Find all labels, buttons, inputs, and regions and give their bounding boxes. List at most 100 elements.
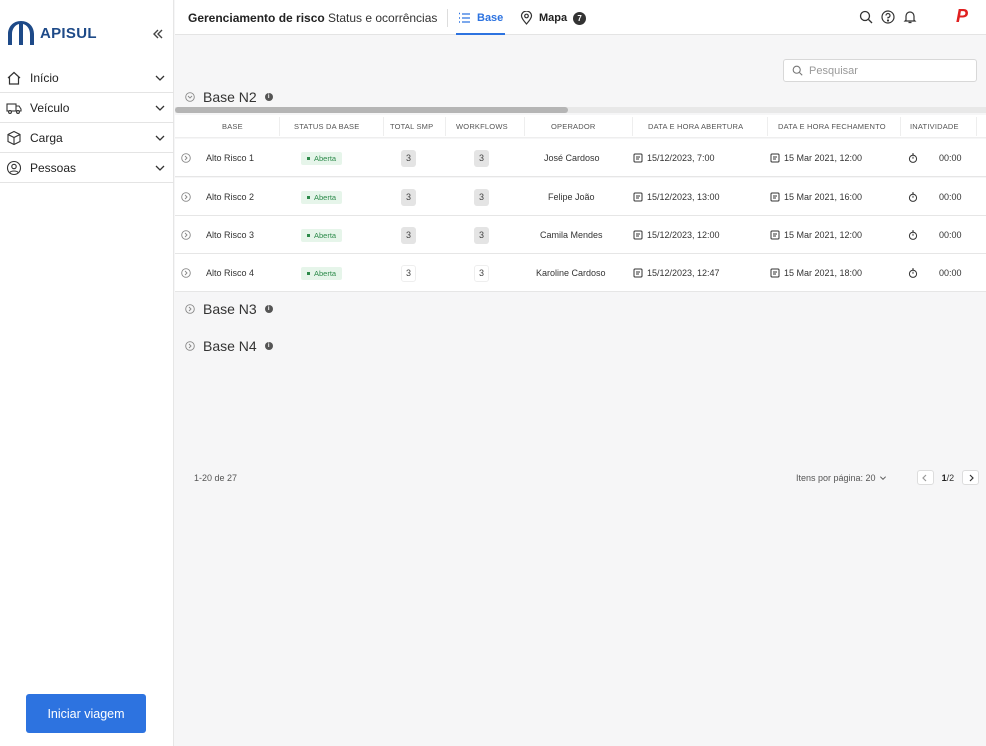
prev-page-button[interactable] xyxy=(916,470,934,485)
items-per-page-select[interactable]: Itens por página: 20 xyxy=(796,473,887,483)
chevron-down-icon xyxy=(879,475,886,480)
group-header-base-n4[interactable]: Base N4 i xyxy=(185,338,273,354)
page-title: Gerenciamento de risco xyxy=(188,11,325,25)
status-badge: Aberta xyxy=(301,190,343,204)
info-icon[interactable]: i xyxy=(264,342,273,350)
workflows-count: 3 xyxy=(474,264,489,282)
cell-inatividade: 00:00 xyxy=(939,192,962,202)
sidebar-item-label: Início xyxy=(30,70,59,85)
table-row[interactable]: Alto Risco 2 Aberta 3 3 Felipe João 15/1… xyxy=(175,178,986,216)
help-icon[interactable] xyxy=(881,10,895,24)
expand-row-icon[interactable] xyxy=(181,192,191,202)
group-header-base-n2[interactable]: Base N2 i xyxy=(185,89,273,105)
table-row[interactable]: Alto Risco 1 Aberta 3 3 José Cardoso 15/… xyxy=(175,139,986,177)
workflows-count: 3 xyxy=(474,188,489,206)
sidebar-item-label: Carga xyxy=(30,130,63,145)
main-content: Base N2 i BASE STATUS DA BASE TOTAL SMP … xyxy=(175,36,986,746)
chevron-down-icon xyxy=(155,105,165,111)
sidebar-item-veiculo[interactable]: Veículo xyxy=(0,93,174,123)
cell-inatividade: 00:00 xyxy=(939,230,962,240)
apisul-logo[interactable]: APISUL xyxy=(6,18,97,48)
iniciar-viagem-button[interactable]: Iniciar viagem xyxy=(26,694,146,733)
column-header[interactable]: BASE xyxy=(222,122,243,131)
group-header-base-n3[interactable]: Base N3 i xyxy=(185,301,273,317)
column-header[interactable]: STATUS DA BASE xyxy=(294,122,359,131)
map-pin-icon xyxy=(520,11,533,25)
table-row[interactable]: Alto Risco 4 Aberta 3 3 Karoline Cardoso… xyxy=(175,254,986,292)
cell-base: Alto Risco 2 xyxy=(206,192,255,202)
expand-row-icon[interactable] xyxy=(181,153,191,163)
column-header[interactable]: DATA E HORA FECHAMENTO xyxy=(778,122,886,131)
sidebar-item-carga[interactable]: Carga xyxy=(0,123,174,153)
cell-base: Alto Risco 4 xyxy=(206,268,255,278)
stopwatch-icon xyxy=(908,230,918,240)
tab-status-ocorrencias[interactable]: Status e ocorrências xyxy=(328,11,437,25)
sidebar-item-pessoas[interactable]: Pessoas xyxy=(0,153,174,183)
total-smp-count: 3 xyxy=(401,149,416,167)
collapse-sidebar-icon[interactable] xyxy=(150,26,166,42)
column-divider xyxy=(767,117,768,136)
column-divider xyxy=(632,117,633,136)
info-icon[interactable]: i xyxy=(264,305,273,313)
column-header[interactable]: TOTAL SMP xyxy=(390,122,433,131)
table-header: BASE STATUS DA BASE TOTAL SMP WORKFLOWS … xyxy=(175,115,986,138)
total-smp-count: 3 xyxy=(401,226,416,244)
workflows-count: 3 xyxy=(474,149,489,167)
list-icon xyxy=(459,12,470,23)
scrollbar-thumb[interactable] xyxy=(175,107,568,113)
cell-abertura: 15/12/2023, 12:00 xyxy=(647,230,720,240)
column-header[interactable]: OPERADOR xyxy=(551,122,596,131)
cell-abertura: 15/12/2023, 13:00 xyxy=(647,192,720,202)
tab-mapa[interactable]: Mapa 7 xyxy=(520,11,587,25)
horizontal-scrollbar[interactable] xyxy=(175,107,986,113)
tab-divider xyxy=(447,9,448,27)
tab-base[interactable]: Base xyxy=(456,9,506,35)
bell-icon[interactable] xyxy=(903,10,917,24)
total-pages: /2 xyxy=(946,472,955,483)
status-label: Aberta xyxy=(314,153,337,163)
search-box[interactable] xyxy=(783,59,977,82)
tab-base-label: Base xyxy=(477,12,504,24)
workflows-count: 3 xyxy=(474,226,489,244)
chevron-down-icon xyxy=(155,75,165,81)
truck-icon xyxy=(6,102,22,114)
total-smp-count: 3 xyxy=(401,264,416,282)
group-title: Base N4 xyxy=(203,338,257,354)
info-icon[interactable]: i xyxy=(264,93,273,101)
stopwatch-icon xyxy=(908,268,918,278)
expand-row-icon[interactable] xyxy=(181,230,191,240)
chevron-right-icon xyxy=(969,474,974,481)
note-icon xyxy=(633,192,643,202)
status-badge: Aberta xyxy=(301,228,343,242)
cell-operador: Camila Mendes xyxy=(540,230,603,240)
stopwatch-icon xyxy=(908,192,918,202)
next-page-button[interactable] xyxy=(962,470,980,485)
status-badge: Aberta xyxy=(301,151,343,165)
items-per-page-label: Itens por página: 20 xyxy=(796,472,876,483)
cell-abertura: 15/12/2023, 12:47 xyxy=(647,268,720,278)
status-label: Aberta xyxy=(314,192,337,202)
search-icon[interactable] xyxy=(859,10,873,24)
note-icon xyxy=(633,230,643,240)
pagination-controls: Itens por página: 20 1/2 xyxy=(796,470,980,485)
table-row[interactable]: Alto Risco 3 Aberta 3 3 Camila Mendes 15… xyxy=(175,216,986,254)
chevron-down-icon xyxy=(155,135,165,141)
top-bar: Gerenciamento de risco Status e ocorrênc… xyxy=(175,0,986,35)
cell-fechamento: 15 Mar 2021, 16:00 xyxy=(784,192,863,202)
sidebar-item-inicio[interactable]: Início xyxy=(0,63,174,93)
search-input[interactable] xyxy=(809,64,969,77)
expand-row-icon[interactable] xyxy=(181,268,191,278)
column-header[interactable]: WORKFLOWS xyxy=(456,122,508,131)
column-header[interactable]: INATIVIDADE xyxy=(910,122,959,131)
tab-mapa-label: Mapa xyxy=(539,12,568,24)
status-label: Aberta xyxy=(314,230,337,240)
total-smp-count: 3 xyxy=(401,188,416,206)
box-icon xyxy=(7,130,21,145)
group-title: Base N3 xyxy=(203,301,257,317)
column-header[interactable]: DATA E HORA ABERTURA xyxy=(648,122,743,131)
brand-logo[interactable]: P xyxy=(956,6,968,27)
column-divider xyxy=(976,117,977,136)
note-icon xyxy=(633,268,643,278)
status-label: Aberta xyxy=(314,268,337,278)
chevron-right-circle-icon xyxy=(185,341,195,351)
